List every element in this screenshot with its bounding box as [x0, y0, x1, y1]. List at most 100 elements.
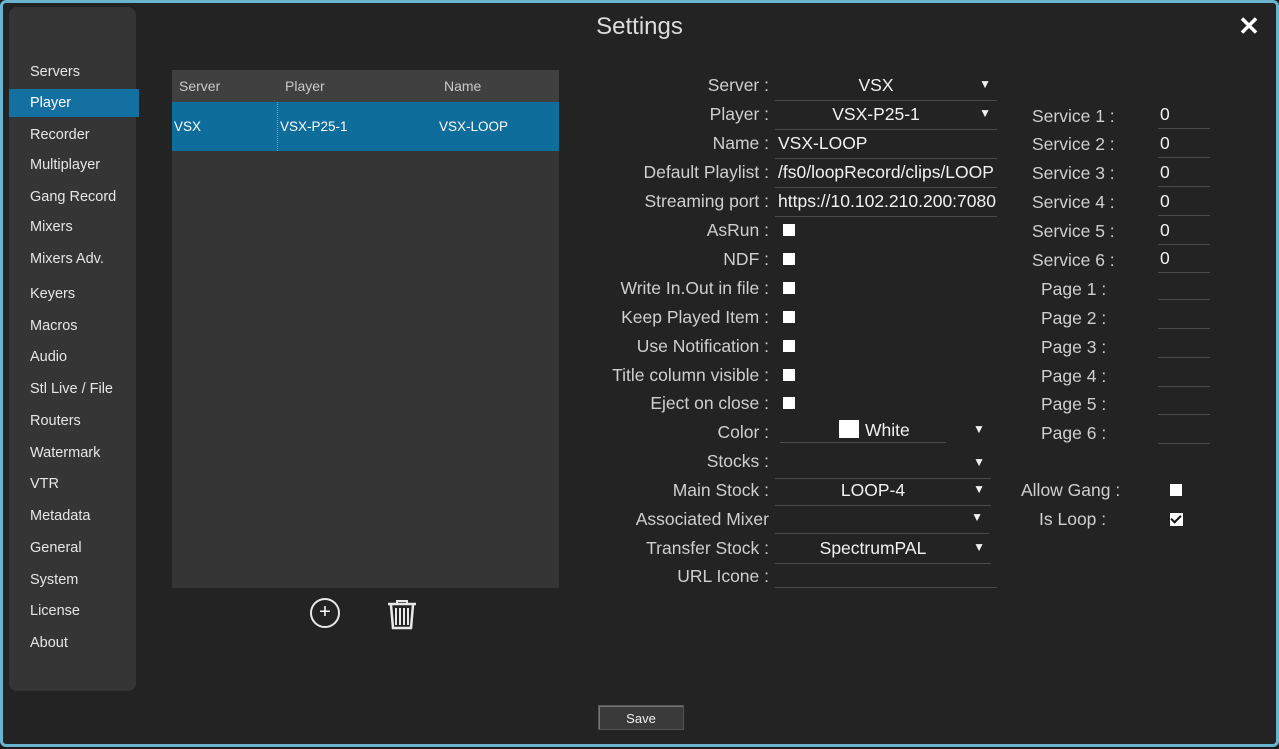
page-6-input[interactable]: [1158, 418, 1210, 444]
settings-window: Settings ✕ Servers Player Recorder Multi…: [0, 0, 1279, 747]
page-1-input[interactable]: [1158, 274, 1210, 300]
write-inout-label: Write In.Out in file :: [620, 278, 769, 298]
stocks-select[interactable]: ▼: [775, 451, 991, 479]
allow-gang-checkbox[interactable]: [1170, 484, 1182, 496]
sidebar-item-keyers[interactable]: Keyers: [9, 280, 136, 308]
column-header-player[interactable]: Player: [285, 78, 325, 94]
color-label: Color :: [717, 422, 769, 442]
player-select[interactable]: VSX-P25-1 ▼: [775, 102, 997, 130]
service-1-input[interactable]: 0: [1158, 103, 1210, 129]
sidebar-item-about[interactable]: About: [9, 629, 136, 657]
trash-icon: [388, 600, 416, 630]
url-icone-input[interactable]: [775, 560, 997, 588]
use-notification-checkbox[interactable]: [783, 340, 795, 352]
caret-down-icon[interactable]: ▼: [973, 422, 985, 436]
default-playlist-input[interactable]: /fs0/loopRecord/clips/LOOP: [775, 160, 997, 188]
sidebar-item-macros[interactable]: Macros: [9, 312, 136, 340]
streaming-port-label: Streaming port :: [644, 191, 770, 211]
service-4-value: 0: [1160, 191, 1170, 211]
main-stock-select[interactable]: LOOP-4 ▼: [775, 478, 991, 506]
page-5-input[interactable]: [1158, 389, 1210, 415]
page-1-label: Page 1 :: [1041, 279, 1107, 299]
sidebar-item-audio[interactable]: Audio: [9, 343, 136, 371]
service-2-value: 0: [1160, 133, 1170, 153]
cell-server: VSX: [174, 119, 202, 134]
keep-played-label: Keep Played Item :: [621, 307, 769, 327]
plus-icon: +: [319, 601, 331, 623]
keep-played-checkbox[interactable]: [783, 311, 795, 323]
delete-player-button[interactable]: [385, 597, 419, 636]
color-swatch: [839, 420, 859, 438]
service-4-label: Service 4 :: [1032, 192, 1115, 212]
streaming-port-input[interactable]: https://10.102.210.200:7080: [775, 189, 997, 217]
service-5-label: Service 5 :: [1032, 221, 1115, 241]
caret-down-icon: ▼: [973, 455, 985, 469]
service-2-label: Service 2 :: [1032, 134, 1115, 154]
close-icon[interactable]: ✕: [1236, 13, 1262, 39]
color-select[interactable]: White: [780, 418, 946, 443]
sidebar-item-vtr[interactable]: VTR: [9, 470, 136, 498]
sidebar-item-recorder[interactable]: Recorder: [9, 121, 136, 149]
page-4-input[interactable]: [1158, 361, 1210, 387]
service-4-input[interactable]: 0: [1158, 190, 1210, 216]
title-column-checkbox[interactable]: [783, 369, 795, 381]
sidebar-item-system[interactable]: System: [9, 566, 136, 594]
cell-player: VSX-P25-1: [280, 119, 348, 134]
service-6-input[interactable]: 0: [1158, 247, 1210, 273]
window-title: Settings: [596, 13, 683, 40]
sidebar-item-watermark[interactable]: Watermark: [9, 439, 136, 467]
asrun-checkbox[interactable]: [783, 224, 795, 236]
service-5-input[interactable]: 0: [1158, 219, 1210, 245]
title-column-label: Title column visible :: [612, 365, 769, 385]
sidebar-item-routers[interactable]: Routers: [9, 407, 136, 435]
sidebar-item-metadata[interactable]: Metadata: [9, 502, 136, 530]
column-header-server[interactable]: Server: [179, 78, 220, 94]
sidebar-item-mixers-adv[interactable]: Mixers Adv.: [9, 245, 136, 273]
default-playlist-value: /fs0/loopRecord/clips/LOOP: [778, 162, 994, 182]
sidebar-item-general[interactable]: General: [9, 534, 136, 562]
sidebar-item-servers[interactable]: Servers: [9, 58, 136, 86]
sidebar-item-gang-record[interactable]: Gang Record: [9, 183, 136, 211]
page-4-label: Page 4 :: [1041, 366, 1107, 386]
caret-down-icon: ▼: [973, 540, 985, 554]
streaming-port-value: https://10.102.210.200:7080: [778, 191, 996, 211]
sidebar-item-mixers[interactable]: Mixers: [9, 213, 136, 241]
eject-on-close-checkbox[interactable]: [783, 397, 795, 409]
name-label: Name :: [712, 133, 769, 153]
sidebar-item-player[interactable]: Player: [9, 89, 139, 117]
caret-down-icon: ▼: [973, 482, 985, 496]
service-3-input[interactable]: 0: [1158, 161, 1210, 187]
transfer-stock-select-value: SpectrumPAL: [819, 538, 927, 558]
server-label: Server :: [707, 75, 769, 95]
cell-separator: [277, 102, 279, 151]
color-value: White: [865, 420, 910, 440]
add-player-button[interactable]: +: [310, 598, 340, 628]
allow-gang-label: Allow Gang :: [1021, 480, 1121, 500]
main-stock-select-value: LOOP-4: [840, 480, 906, 500]
main-stock-label: Main Stock :: [672, 480, 769, 500]
page-2-label: Page 2 :: [1041, 308, 1107, 328]
sidebar-item-stl-live-file[interactable]: Stl Live / File: [9, 375, 136, 403]
asrun-label: AsRun :: [706, 220, 769, 240]
server-select[interactable]: VSX ▼: [775, 73, 997, 101]
sidebar-item-multiplayer[interactable]: Multiplayer: [9, 151, 136, 179]
page-3-label: Page 3 :: [1041, 337, 1107, 357]
associated-mixer-select[interactable]: ▼: [775, 506, 989, 534]
service-3-label: Service 3 :: [1032, 163, 1115, 183]
page-2-input[interactable]: [1158, 303, 1210, 329]
use-notification-label: Use Notification :: [636, 336, 769, 356]
service-1-label: Service 1 :: [1032, 106, 1115, 126]
page-3-input[interactable]: [1158, 332, 1210, 358]
player-select-value: VSX-P25-1: [832, 104, 920, 124]
sidebar-item-license[interactable]: License: [9, 597, 136, 625]
write-inout-checkbox[interactable]: [783, 282, 795, 294]
caret-down-icon: ▼: [979, 77, 991, 91]
page-6-label: Page 6 :: [1041, 423, 1107, 443]
save-button[interactable]: Save: [598, 705, 684, 730]
ndf-checkbox[interactable]: [783, 253, 795, 265]
caret-down-icon: ▼: [971, 510, 983, 524]
name-input[interactable]: VSX-LOOP: [775, 131, 997, 159]
name-input-value: VSX-LOOP: [778, 133, 868, 153]
service-2-input[interactable]: 0: [1158, 132, 1210, 158]
is-loop-checkbox[interactable]: [1170, 513, 1183, 526]
